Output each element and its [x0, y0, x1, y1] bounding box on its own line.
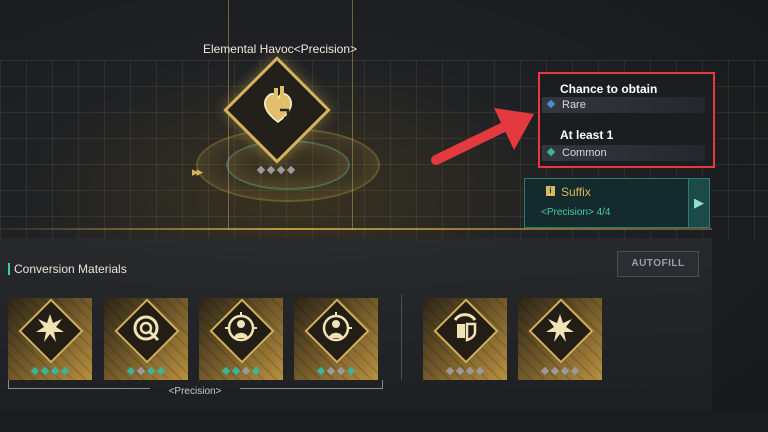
info-icon: i — [546, 186, 555, 196]
chance-value: Rare — [562, 99, 586, 111]
materials-title: Conversion Materials — [8, 263, 127, 275]
arrow-icon — [431, 108, 534, 165]
card-rank-indicator — [126, 366, 166, 376]
bottom-bar — [0, 410, 768, 432]
rarity-diamond-icon — [546, 99, 556, 109]
card-rank-indicator — [30, 366, 70, 376]
suffix-next-button[interactable]: ▶ — [688, 178, 710, 228]
minimum-row: Common — [542, 145, 705, 161]
material-card[interactable] — [518, 298, 602, 380]
obtain-chance-tooltip: Chance to obtain Rare At least 1 Common — [538, 72, 715, 168]
suffix-title: Suffix — [561, 185, 591, 199]
group-label: <Precision> — [150, 386, 240, 397]
horizon-line — [0, 228, 712, 230]
item-title: Elemental Havoc<Precision> — [202, 42, 358, 56]
chevron-right-icon: ▸▸ — [192, 164, 203, 179]
material-card[interactable] — [199, 298, 283, 380]
card-rank-indicator — [540, 366, 580, 376]
chevron-right-icon: ▶ — [694, 195, 704, 210]
suffix-subtitle: <Precision> 4/4 — [541, 207, 611, 218]
card-rank-indicator — [221, 366, 261, 376]
crosshair-figure-icon — [322, 312, 352, 342]
minimum-value: Common — [562, 147, 607, 159]
rarity-diamond-icon — [546, 147, 556, 157]
card-rank-indicator — [316, 366, 356, 376]
card-rank-indicator — [445, 366, 485, 376]
suffix-panel[interactable]: i Suffix <Precision> 4/4 — [524, 178, 689, 228]
target-ring-icon — [133, 315, 160, 342]
material-card[interactable] — [423, 298, 507, 380]
light-beam — [352, 0, 353, 230]
shield-gauge-icon — [453, 313, 477, 342]
crosshair-figure-icon — [225, 312, 257, 342]
explosion-icon — [36, 314, 64, 342]
chance-row: Rare — [542, 97, 705, 113]
mechanical-heart-icon — [264, 86, 292, 123]
item-rank-indicator — [256, 165, 296, 175]
explosion-icon — [546, 314, 574, 342]
material-card[interactable] — [104, 298, 188, 380]
material-card[interactable] — [8, 298, 92, 380]
chance-label: Chance to obtain — [560, 82, 658, 96]
autofill-button[interactable]: AUTOFILL — [617, 251, 699, 277]
minimum-label: At least 1 — [560, 128, 614, 142]
material-card[interactable] — [294, 298, 378, 380]
divider — [401, 294, 402, 380]
